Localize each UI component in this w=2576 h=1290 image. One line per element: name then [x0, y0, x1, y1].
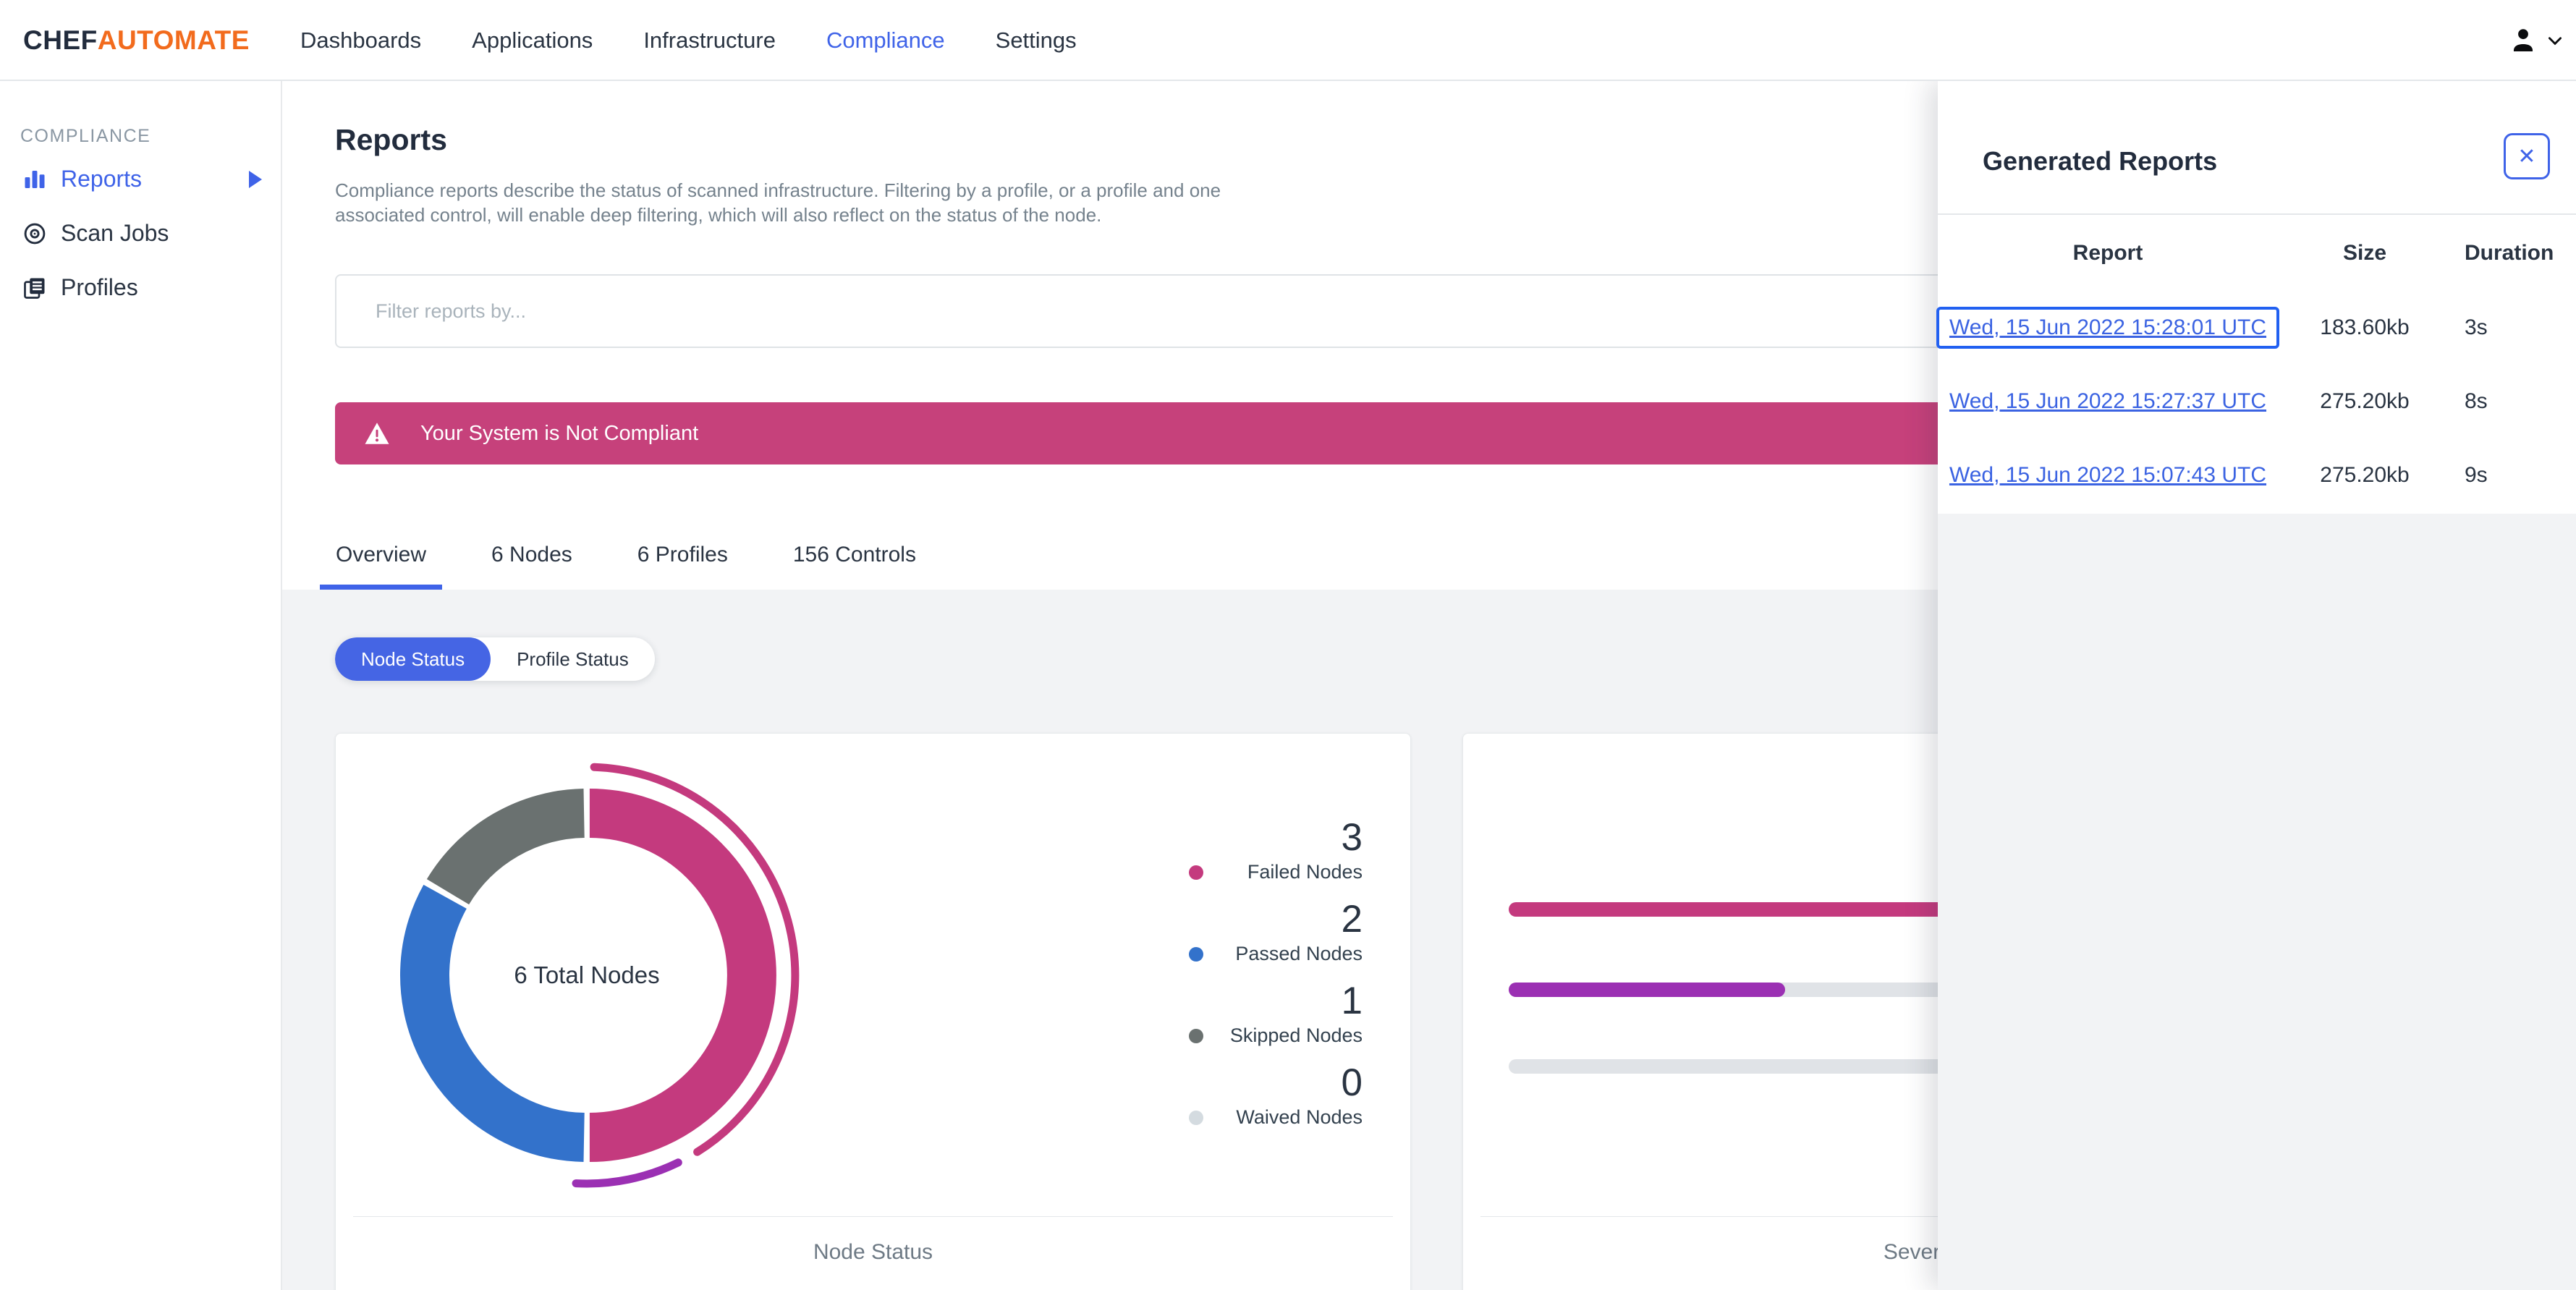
- drawer-content: Generated Reports ✕ Report Size Duration…: [1936, 81, 2576, 514]
- column-header-size: Size: [2342, 240, 2387, 265]
- legend-failed-nodes: 3 Failed Nodes: [1189, 818, 1363, 883]
- drawer-title: Generated Reports: [1983, 146, 2218, 176]
- nav-infrastructure[interactable]: Infrastructure: [643, 27, 776, 54]
- report-size: 275.20kb: [2320, 389, 2410, 413]
- alert-banner-text: Your System is Not Compliant: [420, 421, 699, 445]
- donut-passed-segment: [400, 884, 585, 1162]
- report-size: 183.60kb: [2320, 315, 2410, 339]
- warning-triangle-icon: [364, 421, 390, 446]
- skipped-count: 1: [1341, 980, 1363, 1022]
- legend-waived-nodes: 0 Waived Nodes: [1189, 1063, 1363, 1129]
- report-duration: 8s: [2465, 389, 2488, 413]
- brand-chef: CHEF: [23, 25, 98, 55]
- nav-compliance[interactable]: Compliance: [826, 27, 945, 54]
- table-row: Wed, 15 Jun 2022 15:07:43 UTC 275.20kb 9…: [1938, 438, 2576, 512]
- failed-count: 3: [1341, 816, 1363, 859]
- waived-count: 0: [1341, 1061, 1363, 1104]
- node-status-legend: 3 Failed Nodes 2 Passed Nodes 1 Skipped …: [1189, 818, 1363, 1145]
- table-row: Wed, 15 Jun 2022 15:28:01 UTC 183.60kb 3…: [1936, 291, 2576, 365]
- documents-stack-icon: [20, 275, 49, 301]
- user-menu[interactable]: [2507, 0, 2564, 81]
- report-download-link[interactable]: Wed, 15 Jun 2022 15:27:37 UTC: [1949, 389, 2266, 414]
- main-nav: Dashboards Applications Infrastructure C…: [300, 0, 1077, 81]
- chef-automate-logo[interactable]: CHEF AUTOMATE: [23, 0, 250, 81]
- toggle-profile-status[interactable]: Profile Status: [491, 637, 655, 681]
- tab-nodes[interactable]: 6 Nodes: [475, 519, 588, 590]
- top-nav: CHEF AUTOMATE Dashboards Applications Inf…: [0, 0, 2576, 81]
- outer-purple-arc: [572, 1158, 682, 1188]
- status-toggle: Node Status Profile Status: [335, 637, 655, 681]
- column-header-report: Report: [2072, 240, 2143, 265]
- legend-label: Waived Nodes: [1236, 1106, 1363, 1128]
- nav-applications[interactable]: Applications: [472, 27, 593, 54]
- close-icon: ✕: [2517, 144, 2536, 169]
- legend-skipped-nodes: 1 Skipped Nodes: [1189, 981, 1363, 1047]
- waived-dot-icon: [1189, 1110, 1203, 1125]
- tab-profiles[interactable]: 6 Profiles: [622, 519, 744, 590]
- severity-bar-major: [1509, 983, 1785, 997]
- card-divider: [353, 1216, 1393, 1217]
- report-duration: 9s: [2465, 463, 2488, 487]
- sidebar-item-scan-jobs[interactable]: Scan Jobs: [0, 206, 281, 260]
- node-status-card-footer: Node Status: [813, 1240, 933, 1264]
- user-profile-icon[interactable]: [2507, 24, 2540, 57]
- table-header-row: Report Size Duration: [1938, 215, 2576, 291]
- page-title: Reports: [335, 123, 447, 156]
- scanner-target-icon: [20, 221, 49, 247]
- page-description: Compliance reports describe the status o…: [335, 179, 1221, 226]
- sidebar-item-profiles[interactable]: Profiles: [0, 260, 281, 315]
- donut-failed-segment: [589, 789, 776, 1162]
- focused-report-link-wrapper: Wed, 15 Jun 2022 15:28:01 UTC: [1936, 307, 2280, 349]
- legend-passed-nodes: 2 Passed Nodes: [1189, 899, 1363, 965]
- legend-label: Skipped Nodes: [1229, 1024, 1363, 1046]
- skipped-dot-icon: [1189, 1028, 1203, 1043]
- report-tabs: Overview 6 Nodes 6 Profiles 156 Controls: [320, 519, 932, 590]
- node-status-donut-chart[interactable]: [370, 758, 804, 1192]
- tab-overview[interactable]: Overview: [320, 519, 443, 590]
- chevron-right-icon: [249, 170, 262, 188]
- passed-count: 2: [1341, 898, 1363, 941]
- tab-controls[interactable]: 156 Controls: [777, 519, 932, 590]
- legend-label: Failed Nodes: [1247, 861, 1363, 883]
- sidebar-item-label: Reports: [61, 166, 143, 192]
- chevron-down-icon[interactable]: [2546, 31, 2564, 50]
- sidebar: COMPLIANCE Reports Scan Jobs Profiles: [0, 81, 282, 1290]
- bar-chart-icon: [20, 166, 49, 192]
- failed-dot-icon: [1189, 865, 1203, 880]
- donut-skipped-segment: [426, 789, 585, 905]
- report-size: 275.20kb: [2320, 463, 2410, 487]
- nav-dashboards[interactable]: Dashboards: [300, 27, 421, 54]
- nav-settings[interactable]: Settings: [996, 27, 1077, 54]
- generated-reports-table: Report Size Duration Wed, 15 Jun 2022 15…: [1936, 215, 2576, 512]
- report-duration: 3s: [2465, 315, 2488, 339]
- table-row: Wed, 15 Jun 2022 15:27:37 UTC 275.20kb 8…: [1938, 365, 2576, 438]
- node-status-card: 6 Total Nodes 3 Failed Nodes 2 Passed No…: [335, 733, 1411, 1290]
- generated-reports-drawer: Generated Reports ✕ Report Size Duration…: [1936, 81, 2576, 1290]
- sidebar-item-label: Profiles: [61, 274, 138, 300]
- legend-label: Passed Nodes: [1235, 943, 1363, 964]
- report-download-link[interactable]: Wed, 15 Jun 2022 15:07:43 UTC: [1949, 463, 2266, 488]
- close-drawer-button[interactable]: ✕: [2504, 133, 2550, 179]
- sidebar-item-reports[interactable]: Reports: [0, 152, 281, 206]
- sidebar-item-label: Scan Jobs: [61, 220, 169, 246]
- toggle-node-status[interactable]: Node Status: [335, 637, 491, 681]
- sidebar-section-label: COMPLIANCE: [20, 126, 151, 146]
- passed-dot-icon: [1189, 946, 1203, 962]
- report-download-link[interactable]: Wed, 15 Jun 2022 15:28:01 UTC: [1949, 315, 2266, 339]
- brand-automate: AUTOMATE: [97, 25, 250, 55]
- column-header-duration: Duration: [2465, 240, 2554, 265]
